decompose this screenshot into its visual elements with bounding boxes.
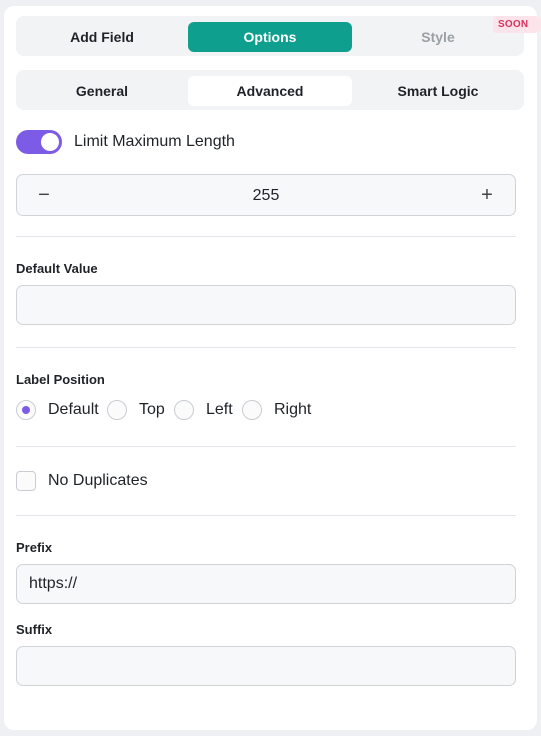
radio-circle <box>107 400 127 420</box>
tab-options[interactable]: Options <box>188 22 352 52</box>
radio-label: Right <box>274 401 312 418</box>
toggle-knob <box>41 133 59 151</box>
sub-tab-bar: General Advanced Smart Logic <box>16 70 524 110</box>
tab-add-field[interactable]: Add Field <box>20 22 184 52</box>
divider <box>16 446 516 447</box>
divider <box>16 347 516 348</box>
prefix-label: Prefix <box>16 540 53 555</box>
radio-label: Top <box>139 401 165 418</box>
radio-circle-checked <box>16 400 36 420</box>
radio-circle <box>242 400 262 420</box>
max-length-toggle[interactable] <box>16 130 62 154</box>
suffix-input[interactable] <box>16 646 516 686</box>
soon-badge: SOON <box>493 16 541 33</box>
subtab-general[interactable]: General <box>20 76 184 106</box>
subtab-advanced[interactable]: Advanced <box>188 76 352 106</box>
subtab-smart-logic[interactable]: Smart Logic <box>356 76 520 106</box>
radio-label: Left <box>206 401 233 418</box>
increment-button[interactable]: + <box>475 183 499 207</box>
radio-label: Default <box>48 401 99 418</box>
suffix-label: Suffix <box>16 622 53 637</box>
no-duplicates-checkbox[interactable] <box>16 471 36 491</box>
divider <box>16 236 516 237</box>
max-length-value[interactable]: 255 <box>17 187 515 205</box>
prefix-input[interactable] <box>16 564 516 604</box>
default-value-label: Default Value <box>16 261 98 276</box>
max-length-stepper: − 255 + <box>16 174 516 216</box>
no-duplicates-label: No Duplicates <box>48 472 148 489</box>
divider <box>16 515 516 516</box>
label-position-label: Label Position <box>16 372 105 387</box>
radio-circle <box>174 400 194 420</box>
main-tab-bar: Add Field Options Style <box>16 16 524 56</box>
max-length-label: Limit Maximum Length <box>74 133 235 150</box>
field-options-panel: Add Field Options Style SOON General Adv… <box>4 6 541 730</box>
default-value-input[interactable] <box>16 285 516 325</box>
